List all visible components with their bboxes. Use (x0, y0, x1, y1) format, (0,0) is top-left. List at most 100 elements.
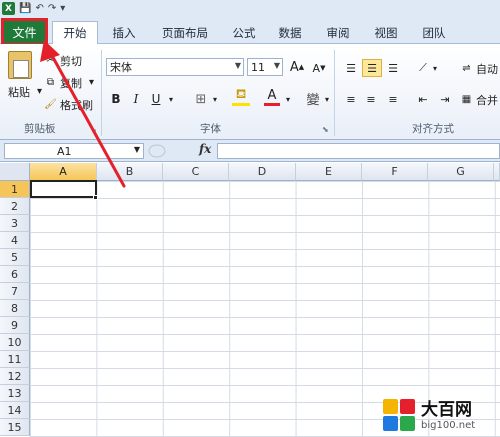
format-painter-label: 格式刷 (60, 99, 93, 112)
phonetic-guide-button[interactable]: 變 (302, 89, 324, 108)
row-header-1[interactable]: 1 (0, 181, 30, 198)
row-header-9[interactable]: 9 (0, 317, 30, 334)
tab-review[interactable]: 审阅 (318, 22, 358, 44)
save-icon[interactable]: 💾 (19, 2, 31, 15)
tab-home[interactable]: 开始 (52, 21, 98, 44)
watermark-brand: 大百网 (421, 399, 472, 420)
column-header-c[interactable]: C (163, 163, 229, 181)
column-header-g[interactable]: G (428, 163, 494, 181)
underline-button[interactable]: U (148, 90, 164, 108)
row-header-12[interactable]: 12 (0, 368, 30, 385)
tab-view[interactable]: 视图 (366, 22, 406, 44)
format-painter-button[interactable]: 🖌 格式刷 (44, 97, 93, 113)
align-middle-icon[interactable]: ☰ (362, 59, 382, 77)
name-box[interactable]: A1 ▼ (4, 143, 144, 159)
row-header-2[interactable]: 2 (0, 198, 30, 215)
formula-input[interactable] (217, 143, 500, 159)
insert-function-icon[interactable]: fx (199, 142, 211, 156)
increase-indent-icon[interactable]: ⇥ (436, 90, 454, 108)
tab-page-layout[interactable]: 页面布局 (152, 22, 218, 44)
clipboard-launcher-icon[interactable]: ⬊ (90, 125, 97, 134)
italic-button[interactable]: I (128, 90, 144, 108)
wrap-text-button[interactable]: ⇌ 自动 (460, 61, 498, 77)
merge-label: 合并 (476, 94, 498, 107)
align-bottom-icon[interactable]: ☰ (384, 59, 402, 77)
group-divider (101, 50, 102, 136)
row-header-4[interactable]: 4 (0, 232, 30, 249)
cut-label: 剪切 (60, 55, 82, 68)
align-top-icon[interactable]: ☰ (342, 59, 360, 77)
font-color-dropdown-icon[interactable]: ▾ (283, 90, 293, 108)
fill-handle[interactable] (93, 195, 98, 200)
border-icon[interactable]: ⊞ (192, 90, 210, 108)
align-left-icon[interactable]: ≡ (342, 90, 360, 108)
copy-icon: ⧉ (46, 77, 55, 88)
alignment-group-label: 对齐方式 (412, 123, 454, 135)
undo-icon[interactable]: ↶ (35, 2, 43, 15)
tab-data[interactable]: 数据 (270, 22, 310, 44)
active-cell[interactable] (30, 180, 97, 198)
row-header-13[interactable]: 13 (0, 385, 30, 402)
chevron-down-icon: ▼ (234, 61, 241, 70)
quick-access-toolbar: X 💾 ↶ ↷ ▾ (0, 0, 500, 17)
copy-button[interactable]: ⧉ 复制 ▾ (44, 75, 98, 91)
wrap-text-icon: ⇌ (462, 63, 471, 74)
font-size-select[interactable]: 11 ▼ (247, 58, 283, 76)
font-color-button[interactable]: A (264, 88, 280, 106)
row-header-5[interactable]: 5 (0, 249, 30, 266)
font-size-value: 11 (251, 60, 265, 74)
chevron-down-icon: ▼ (273, 61, 280, 70)
customize-icon[interactable]: ▾ (60, 2, 65, 15)
font-group-label: 字体 (200, 123, 221, 135)
row-header-11[interactable]: 11 (0, 351, 30, 368)
font-name-value: 宋体 (110, 61, 132, 74)
row-header-14[interactable]: 14 (0, 402, 30, 419)
bold-button[interactable]: B (108, 90, 124, 108)
group-divider (334, 50, 335, 136)
decrease-indent-icon[interactable]: ⇤ (414, 90, 432, 108)
row-header-15[interactable]: 15 (0, 419, 30, 436)
redo-icon[interactable]: ↷ (48, 2, 56, 15)
tab-formulas[interactable]: 公式 (224, 22, 264, 44)
select-all-corner[interactable] (0, 163, 30, 181)
paste-label: 粘贴 (8, 86, 30, 99)
watermark-url: big100.net (421, 419, 476, 431)
copy-label: 复制 (60, 77, 82, 90)
cut-button[interactable]: ✂ 剪切 (44, 53, 82, 69)
border-dropdown-icon[interactable]: ▾ (210, 90, 220, 108)
align-right-icon[interactable]: ≡ (384, 90, 402, 108)
row-header-10[interactable]: 10 (0, 334, 30, 351)
row-header-8[interactable]: 8 (0, 300, 30, 317)
scissors-icon: ✂ (46, 55, 55, 66)
column-header-e[interactable]: E (296, 163, 362, 181)
underline-dropdown-icon[interactable]: ▾ (166, 90, 176, 108)
font-launcher-icon[interactable]: ⬊ (322, 125, 329, 134)
column-header-f[interactable]: F (362, 163, 428, 181)
merge-icon: ▦ (461, 94, 472, 105)
shrink-font-button[interactable]: A ▼ (312, 59, 326, 77)
excel-logo-icon: X (2, 2, 15, 15)
row-header-3[interactable]: 3 (0, 215, 30, 232)
paste-icon[interactable] (8, 51, 32, 79)
grow-font-button[interactable]: A ▲ (290, 58, 304, 76)
column-header-h[interactable] (494, 163, 500, 181)
phonetic-dropdown-icon[interactable]: ▾ (322, 90, 332, 108)
tab-team[interactable]: 团队 (414, 22, 454, 44)
watermark-logo-icon (383, 399, 415, 431)
tab-file[interactable]: 文件 (1, 18, 48, 46)
row-header-6[interactable]: 6 (0, 266, 30, 283)
column-header-d[interactable]: D (229, 163, 296, 181)
name-box-value: A1 (57, 145, 72, 158)
clipboard-group-label: 剪贴板 (24, 123, 56, 135)
column-header-a[interactable]: A (30, 163, 97, 181)
brush-icon: 🖌 (44, 99, 57, 110)
paste-button[interactable]: 粘贴 ▾ (8, 84, 46, 100)
fill-color-icon[interactable]: ⛾ (232, 87, 250, 106)
tab-insert[interactable]: 插入 (104, 22, 144, 44)
column-header-b[interactable]: B (97, 163, 163, 181)
font-name-select[interactable]: 宋体 ▼ (106, 58, 244, 76)
align-center-icon[interactable]: ≡ (362, 90, 380, 108)
orientation-dropdown-icon[interactable]: ▾ (430, 59, 440, 77)
row-header-7[interactable]: 7 (0, 283, 30, 300)
merge-center-button[interactable]: ▦ 合并 (460, 92, 498, 108)
